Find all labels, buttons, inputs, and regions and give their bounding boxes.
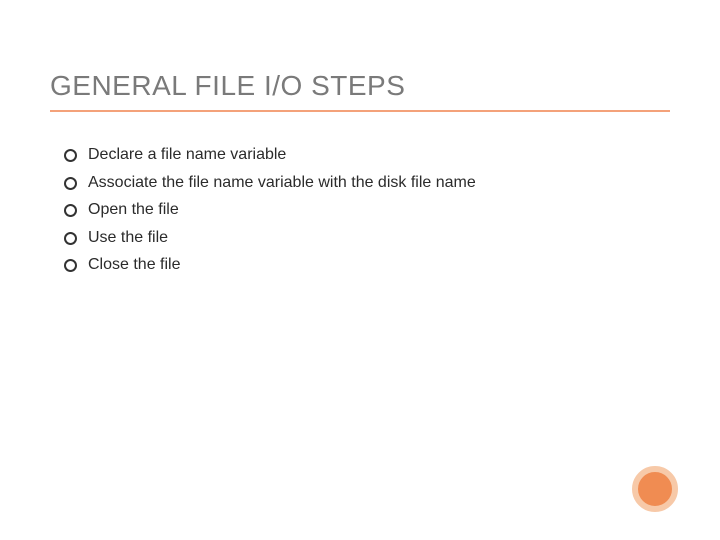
bullet-list: Declare a file name variable Associate t… [50,142,670,278]
list-item: Open the file [64,197,624,223]
list-item-text: Use the file [88,229,168,246]
list-item: Declare a file name variable [64,142,624,168]
slide: GENERAL FILE I/O STEPS Declare a file na… [0,0,720,540]
list-item-text: Close the file [88,256,181,273]
list-item: Use the file [64,225,624,251]
title-underline [50,110,670,112]
list-item-text: Open the file [88,201,179,218]
circle-decoration-icon [632,466,678,512]
list-item-text: Declare a file name variable [88,146,286,163]
slide-title: GENERAL FILE I/O STEPS [50,70,670,102]
list-item: Associate the file name variable with th… [64,170,624,196]
list-item-text: Associate the file name variable with th… [88,174,476,191]
list-item: Close the file [64,252,624,278]
